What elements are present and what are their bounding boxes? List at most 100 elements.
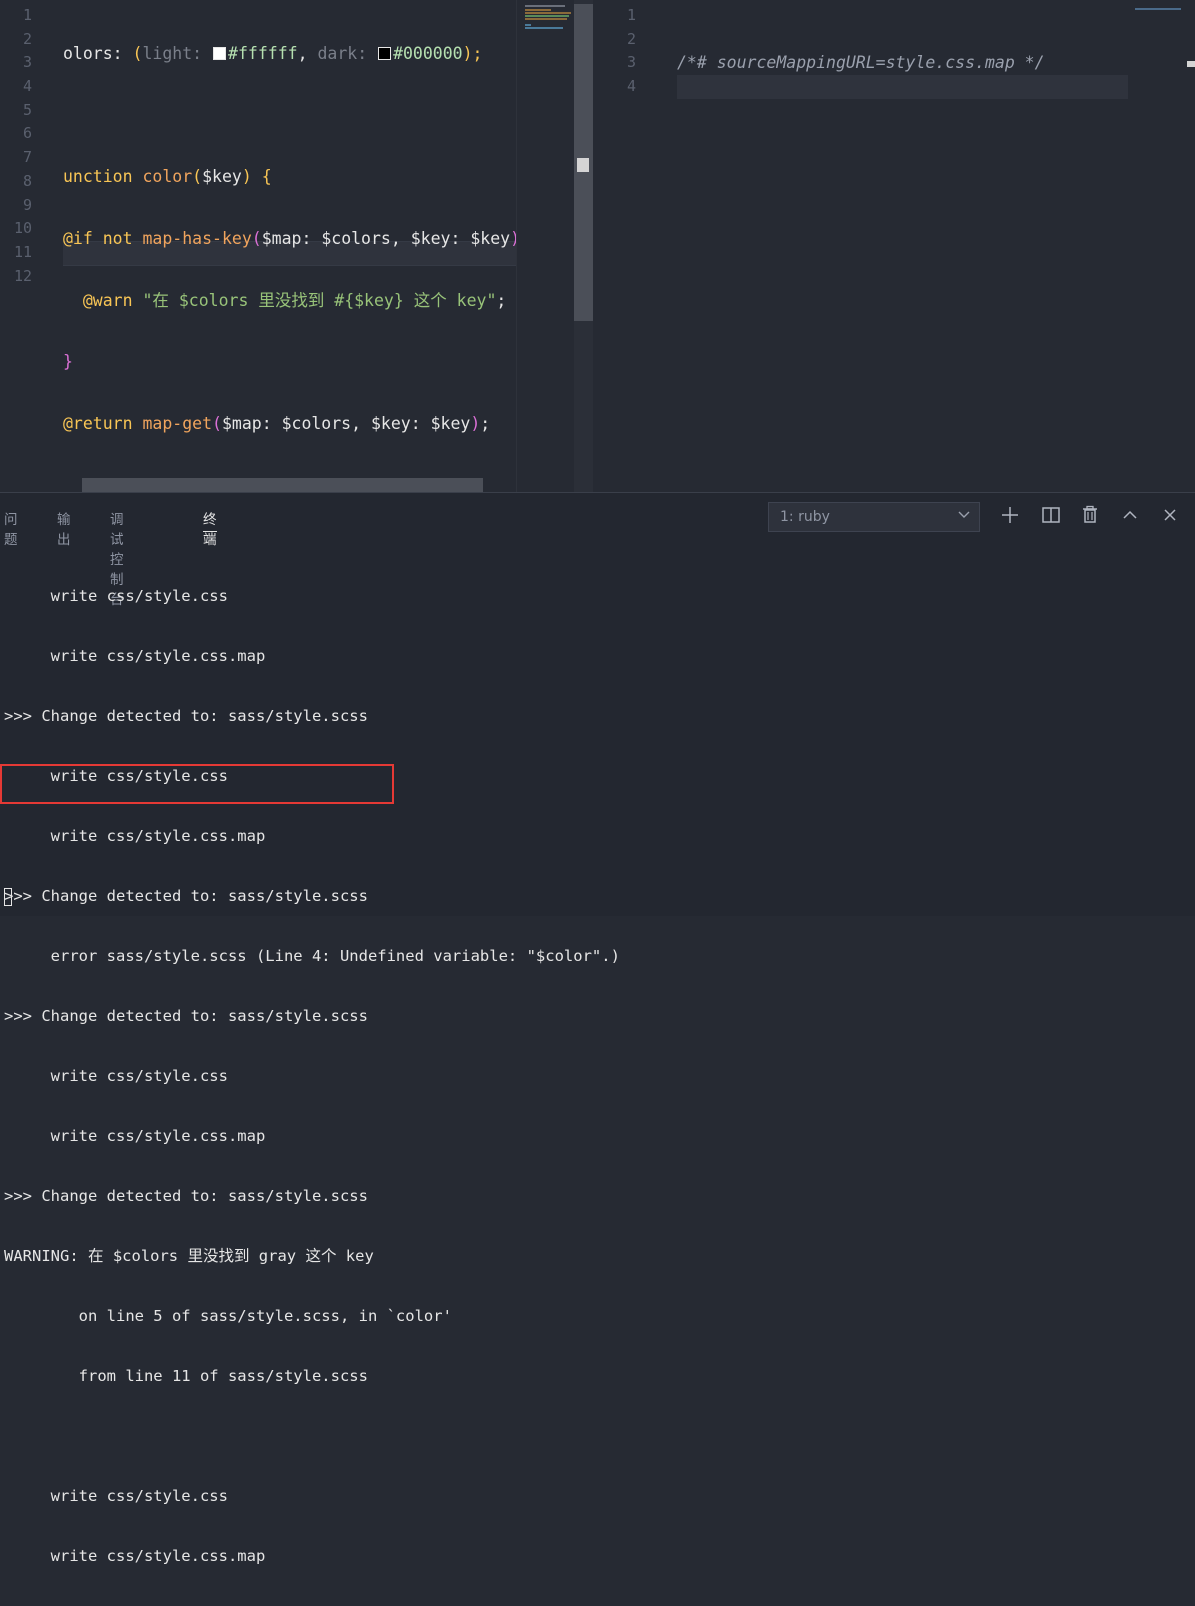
code-token: unction (63, 167, 143, 187)
split-icon[interactable] (1040, 504, 1062, 526)
minimap-line (525, 5, 565, 7)
line-number: 7 (22, 148, 32, 167)
terminal-cursor (4, 888, 12, 906)
minimap-line (525, 15, 569, 17)
color-swatch-light[interactable] (213, 47, 227, 60)
css-editor[interactable]: /*# sourceMappingURL=style.css.map */ (677, 4, 1045, 99)
line-number: 1 (22, 6, 32, 24)
warning-highlight-box (0, 764, 394, 804)
line-number: 4 (22, 77, 32, 96)
trash-icon[interactable] (1079, 504, 1101, 526)
code-token: $key (202, 167, 242, 187)
warning-line: WARNING: 在 $colors 里没找到 gray 这个 key (4, 1247, 374, 1265)
line-number: 10 (13, 219, 32, 238)
code-token: ( (192, 167, 203, 187)
code-token: ( (251, 229, 262, 249)
code-token: #000000 (393, 44, 463, 63)
code-token: not (102, 229, 143, 249)
line-number: 12 (13, 266, 32, 285)
code-token: ( (212, 414, 222, 434)
css-line-1[interactable] (677, 4, 1045, 28)
scrollbar-cursor-marker (577, 158, 589, 172)
chevron-down-icon (958, 511, 970, 518)
code-line-4[interactable]: @if not map-has-key($map: $colors, $key:… (63, 227, 516, 251)
code-token: dark: (317, 44, 378, 63)
code-line-7[interactable]: @return map-get($map: $colors, $key: $ke… (63, 412, 516, 436)
code-token: map-has-key (142, 229, 252, 249)
line-number: 6 (22, 124, 32, 143)
terminal-line: >>> Change detected to: sass/style.scss (4, 1007, 368, 1025)
code-line-6[interactable]: } (63, 350, 516, 374)
terminal-select-value: 1: ruby (780, 509, 830, 525)
terminal-line: >>> Change detected to: sass/style.scss (4, 887, 368, 905)
plus-icon[interactable] (999, 504, 1021, 526)
code-line-2[interactable] (63, 104, 516, 128)
tab-problems[interactable]: 问题 (4, 508, 18, 548)
line-number: 2 (626, 29, 636, 48)
terminal-line: write css/style.css (4, 587, 228, 605)
color-swatch-dark[interactable] (378, 47, 392, 60)
minimap-line (525, 24, 531, 26)
line-number: 1 (626, 6, 636, 24)
css-line-number-gutter: 1 2 3 4 (594, 4, 644, 99)
bottom-panel: 问题 输出 调试控制台 终端 1: ruby write css/style.c… (0, 492, 1195, 1565)
line-number-gutter: 1 2 3 4 5 6 7 8 9 10 11 12 (0, 4, 40, 288)
code-token: light: (142, 44, 213, 63)
css-minimap[interactable] (1135, 8, 1181, 10)
line-number: 5 (22, 100, 32, 119)
code-token: ; (480, 414, 491, 434)
terminal-line: write css/style.css.map (4, 1547, 266, 1565)
minimap-line (525, 27, 563, 29)
minimap-line (525, 18, 567, 20)
code-line-1[interactable]: olors: (light: #ffffff, dark: #000000); (63, 42, 516, 66)
code-token: ; (496, 290, 507, 310)
terminal-line: error sass/style.scss (Line 4: Undefined… (4, 947, 620, 965)
line-number: 9 (22, 195, 32, 214)
tab-terminal[interactable]: 终端 (203, 508, 217, 548)
terminal-line: >>> Change detected to: sass/style.scss (4, 1187, 368, 1205)
terminal-output[interactable]: write css/style.css write css/style.css.… (4, 546, 620, 1606)
source-map-comment[interactable]: /*# sourceMappingURL=style.css.map */ (677, 51, 1045, 75)
code-token: map-get (142, 414, 213, 434)
terminal-select[interactable]: 1: ruby (768, 502, 980, 532)
code-token: } (63, 352, 73, 372)
line-number: 8 (22, 171, 32, 190)
code-token: color (142, 167, 193, 187)
code-token: @return (63, 414, 143, 434)
minimap-line (525, 12, 571, 14)
minimap[interactable] (516, 0, 575, 492)
code-token: @if (63, 229, 103, 249)
terminal-line: write css/style.css (4, 1067, 228, 1085)
warning-detail-line: on line 5 of sass/style.scss, in `color' (4, 1307, 452, 1325)
css-scrollbar-marker (1187, 61, 1195, 67)
terminal-line: write css/style.css.map (4, 827, 266, 845)
code-token: $map: $colors, $key: $key (261, 229, 511, 249)
terminal-line: write css/style.css.map (4, 647, 266, 665)
chevron-up-icon[interactable] (1119, 504, 1141, 526)
code-token: ); (462, 44, 483, 63)
code-token: $map: $colors, $key: $key (221, 414, 471, 434)
tab-output[interactable]: 输出 (57, 508, 71, 548)
css-line-2[interactable] (677, 28, 1045, 52)
line-number: 3 (626, 53, 636, 72)
code-line-5[interactable]: @warn "在 $colors 里没找到 #{$key} 这个 key"; (63, 289, 516, 313)
line-number: 3 (22, 53, 32, 72)
terminal-line: write css/style.css (4, 1487, 228, 1505)
code-token: @warn (63, 290, 143, 310)
code-token: ( (132, 44, 143, 63)
code-token: #ffffff (228, 44, 298, 63)
minimap-line (525, 9, 551, 11)
css-line-4[interactable] (677, 75, 1045, 99)
code-token: olors: (63, 44, 133, 63)
code-token: ) (470, 414, 481, 434)
code-token: { (261, 167, 272, 187)
horizontal-scrollbar[interactable] (82, 478, 483, 492)
scss-editor[interactable]: 1 2 3 4 5 6 7 8 9 10 11 12 olors: (light… (0, 0, 516, 492)
warning-detail-line: from line 11 of sass/style.scss (4, 1367, 368, 1385)
terminal-line: write css/style.css.map (4, 1127, 266, 1145)
code-lines[interactable]: olors: (light: #ffffff, dark: #000000); … (63, 4, 516, 492)
close-icon[interactable] (1159, 504, 1181, 526)
line-number: 4 (626, 77, 636, 96)
code-line-3[interactable]: unction color($key) { (63, 165, 516, 189)
